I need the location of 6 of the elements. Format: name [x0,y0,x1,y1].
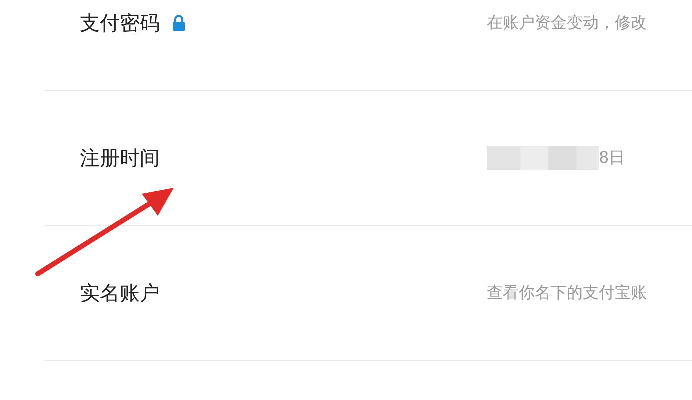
row-label: 支付密码 [80,10,160,36]
row-value: 8日 [599,148,626,168]
row-value: 在账户资金变动，修改 [487,12,647,34]
row-label: 实名账户 [80,280,160,306]
row-value: 查看你名下的支付宝账 [487,282,647,304]
row-label: 注册时间 [80,144,160,172]
